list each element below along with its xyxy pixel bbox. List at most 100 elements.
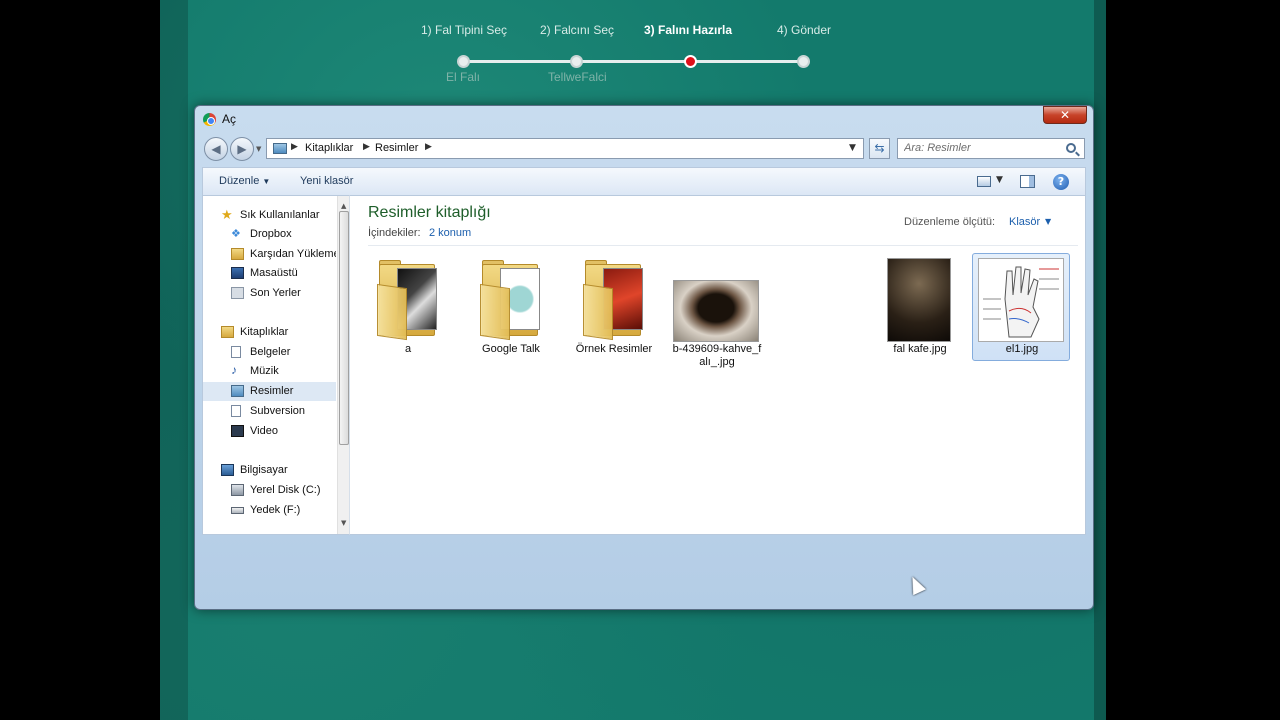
organize-button[interactable]: Düzenle ▼ [219, 175, 270, 187]
music-icon: ♪ [231, 363, 237, 377]
nav-item-dropbox[interactable]: ❖ Dropbox [203, 225, 336, 244]
close-button[interactable]: ✕ [1043, 106, 1087, 124]
new-folder-button[interactable]: Yeni klasör [300, 175, 353, 187]
scroll-up-icon[interactable]: ▲ [341, 202, 346, 210]
file-name: fal kafe.jpg [893, 343, 947, 355]
folder-icon [375, 260, 439, 341]
help-icon[interactable]: ? [1053, 174, 1069, 190]
search-input[interactable] [904, 142, 1054, 154]
chevron-down-icon[interactable]: ▼ [1045, 217, 1051, 226]
file-item[interactable]: a [358, 253, 456, 361]
dropbox-icon: ❖ [231, 228, 241, 240]
step-4-dot[interactable] [797, 55, 810, 68]
breadcrumb-libraries[interactable]: Kitaplıklar [305, 142, 353, 154]
computer-icon [221, 464, 234, 476]
step-2-selection: TellweFalci [548, 70, 607, 84]
nav-computer[interactable]: Bilgisayar [203, 461, 336, 480]
image-thumbnail [978, 258, 1064, 342]
nav-item-pictures[interactable]: Resimler [203, 382, 336, 401]
breadcrumb-arrow-icon[interactable]: ▶ [363, 142, 370, 152]
recent-locations-dropdown-icon[interactable]: ▼ [256, 145, 261, 153]
step-4-label[interactable]: 4) Gönder [777, 23, 831, 37]
view-options-dropdown-icon[interactable]: ▼ [996, 175, 1003, 185]
back-button[interactable]: ◀ [204, 137, 228, 161]
nav-libraries[interactable]: Kitaplıklar [203, 323, 336, 342]
file-list: Resimler kitaplığı İçindekiler: 2 konum … [349, 195, 1086, 535]
file-item-selected[interactable]: el1.jpg [972, 253, 1070, 361]
removable-drive-icon [231, 507, 244, 514]
file-name: Örnek Resimler [575, 343, 653, 355]
chrome-icon [203, 113, 216, 126]
library-title: Resimler kitaplığı [368, 204, 491, 221]
arrange-by-label: Düzenleme ölçütü: [904, 216, 996, 228]
step-2-label[interactable]: 2) Falcını Seç [540, 23, 614, 37]
desktop-icon [231, 267, 244, 279]
breadcrumb-arrow-icon[interactable]: ▶ [425, 142, 432, 152]
file-name: el1.jpg [1005, 343, 1039, 355]
open-file-dialog: Aç ✕ ◀ ▶ ▼ ▶ Kitaplıklar ▶ Resimler ▶ ▼ … [194, 105, 1094, 610]
file-name: a [404, 343, 412, 355]
nav-item-desktop[interactable]: Masaüstü [203, 264, 336, 283]
nav-favorites[interactable]: ★ Sık Kullanılanlar [203, 206, 336, 225]
nav-item-documents[interactable]: Belgeler [203, 343, 336, 362]
back-arrow-icon: ◀ [211, 142, 221, 156]
step-3-label[interactable]: 3) Falını Hazırla [644, 23, 732, 37]
step-1-dot[interactable] [457, 55, 470, 68]
file-item[interactable]: fal kafe.jpg [870, 253, 968, 361]
address-dropdown-icon[interactable]: ▼ [849, 143, 856, 153]
nav-scrollbar[interactable]: ▲ ▼ [337, 196, 349, 534]
nav-item-video[interactable]: Video [203, 422, 336, 441]
step-1-label[interactable]: 1) Fal Tipini Seç [421, 23, 507, 37]
refresh-icon: ⇆ [874, 141, 885, 155]
step-3-dot-active[interactable] [684, 55, 697, 68]
hard-disk-icon [231, 484, 244, 496]
video-icon [231, 425, 244, 437]
search-icon[interactable] [1066, 143, 1076, 153]
nav-item-subversion[interactable]: Subversion [203, 402, 336, 421]
dialog-titlebar[interactable]: Aç ✕ [195, 106, 1093, 132]
refresh-button[interactable]: ⇆ [869, 138, 890, 159]
screen: 1) Fal Tipini Seç 2) Falcını Seç 3) Falı… [0, 0, 1280, 720]
nav-item-local-disk[interactable]: Yerel Disk (C:) [203, 481, 336, 500]
libraries-icon [221, 326, 234, 338]
breadcrumb-arrow-icon[interactable]: ▶ [291, 142, 298, 152]
chevron-down-icon: ▼ [262, 177, 271, 186]
folder-icon [478, 260, 542, 341]
address-bar[interactable]: ▶ Kitaplıklar ▶ Resimler ▶ ▼ [266, 138, 864, 159]
recent-places-icon [231, 287, 244, 299]
nav-item-music[interactable]: ♪ Müzik [203, 362, 336, 381]
file-item[interactable]: b-439609-kahve_f alı_.jpg [667, 253, 765, 368]
step-1-selection: El Falı [446, 70, 481, 84]
folder-icon [581, 260, 645, 341]
file-name: Google Talk [482, 343, 540, 355]
toolbar: Düzenle ▼ Yeni klasör ▼ ? [202, 167, 1086, 195]
pictures-icon [231, 385, 244, 397]
image-thumbnail [673, 280, 759, 342]
search-box[interactable] [897, 138, 1085, 159]
image-thumbnail [887, 258, 951, 342]
change-view-icon[interactable] [977, 176, 991, 187]
arrange-by-dropdown[interactable]: Klasör [1009, 216, 1040, 228]
star-icon: ★ [221, 207, 233, 222]
scroll-down-icon[interactable]: ▼ [341, 519, 346, 527]
palmistry-chart-image [983, 266, 1059, 338]
library-locations-link[interactable]: 2 konum [429, 227, 471, 239]
breadcrumb-pictures[interactable]: Resimler [375, 142, 418, 154]
nav-item-downloads[interactable]: Karşıdan Yüklemeler [203, 245, 336, 264]
subversion-icon [231, 405, 241, 417]
nav-item-backup-drive[interactable]: Yedek (F:) [203, 501, 336, 520]
file-name: b-439609-kahve_f alı_.jpg [672, 343, 762, 368]
divider [368, 245, 1078, 246]
progress-line [464, 60, 805, 63]
documents-icon [231, 346, 241, 358]
preview-pane-icon[interactable] [1020, 175, 1035, 188]
file-item[interactable]: Google Talk [461, 253, 559, 361]
navigation-pane: ★ Sık Kullanılanlar ❖ Dropbox Karşıdan Y… [202, 195, 349, 535]
step-2-dot[interactable] [570, 55, 583, 68]
file-item[interactable]: Örnek Resimler [564, 253, 662, 361]
nav-scrollbar-thumb[interactable] [339, 211, 349, 445]
forward-arrow-icon: ▶ [237, 142, 247, 156]
pictures-library-icon [273, 143, 287, 154]
nav-item-recent[interactable]: Son Yerler [203, 284, 336, 303]
forward-button[interactable]: ▶ [230, 137, 254, 161]
